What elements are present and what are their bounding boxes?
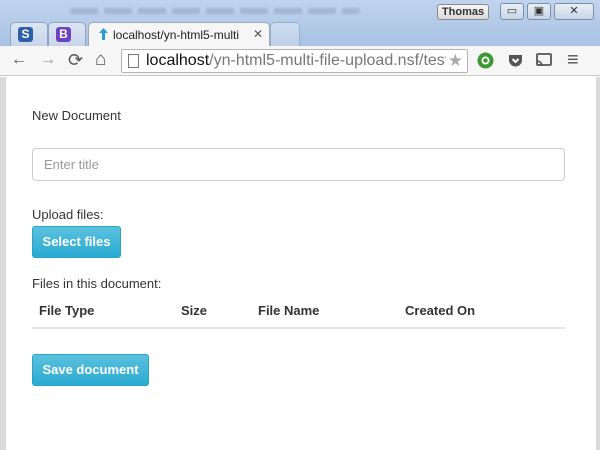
page-icon [128, 54, 139, 68]
b-favicon-icon: B [56, 27, 71, 42]
tab-s[interactable]: S [10, 22, 48, 46]
forward-icon[interactable]: → [40, 51, 56, 69]
home-icon[interactable]: ⌂ [95, 50, 106, 69]
cast-icon[interactable] [535, 52, 552, 69]
files-table: File Type Size File Name Created On [32, 298, 565, 329]
restore-button[interactable]: ▣ [527, 3, 551, 20]
user-profile-badge[interactable]: Thomas [437, 4, 489, 20]
close-window-button[interactable]: ✕ [554, 3, 594, 20]
save-document-button[interactable]: Save document [32, 354, 149, 386]
tab-close-icon[interactable]: ✕ [253, 27, 263, 41]
upload-files-label: Upload files: [32, 207, 104, 222]
url-path: /yn-html5-multi-file-upload.nsf/test.x [209, 52, 446, 69]
files-in-document-label: Files in this document: [32, 276, 162, 291]
bookmark-star-icon[interactable]: ★ [448, 51, 463, 71]
select-files-button[interactable]: Select files [32, 226, 121, 258]
page-title: New Document [32, 108, 121, 123]
back-icon[interactable]: ← [11, 51, 27, 69]
s-favicon-icon: S [18, 27, 33, 42]
address-url[interactable]: localhost/yn-html5-multi-file-upload.nsf… [146, 52, 446, 70]
minimize-button[interactable]: ▭ [500, 3, 524, 20]
menu-icon[interactable]: ≡ [567, 50, 579, 70]
pocket-icon[interactable] [507, 52, 524, 69]
browser-titlebar: Thomas ▭ ▣ ✕ S B localhost/yn-html5-mult… [0, 0, 600, 46]
titlebar-blurred-text [70, 8, 360, 14]
evernote-icon[interactable] [477, 52, 494, 69]
reload-icon[interactable]: ⟳ [68, 51, 83, 69]
url-host: localhost [146, 52, 210, 69]
address-bar[interactable]: localhost/yn-html5-multi-file-upload.nsf… [121, 49, 468, 73]
column-header-size: Size [181, 303, 208, 318]
tab-localhost[interactable]: localhost/yn-html5-multi ✕ [88, 22, 270, 46]
column-header-file-type: File Type [39, 303, 95, 318]
column-header-file-name: File Name [258, 303, 320, 318]
column-header-created-on: Created On [405, 303, 476, 318]
new-tab-button[interactable] [270, 22, 300, 46]
tab-b[interactable]: B [48, 22, 86, 46]
title-input[interactable] [32, 148, 565, 181]
tab-title: localhost/yn-html5-multi [113, 28, 240, 42]
upload-favicon-icon [96, 27, 111, 42]
browser-toolbar: ← → ⟳ ⌂ localhost/yn-html5-multi-file-up… [0, 46, 600, 76]
page-content: New Document Upload files: Select files … [0, 77, 600, 450]
